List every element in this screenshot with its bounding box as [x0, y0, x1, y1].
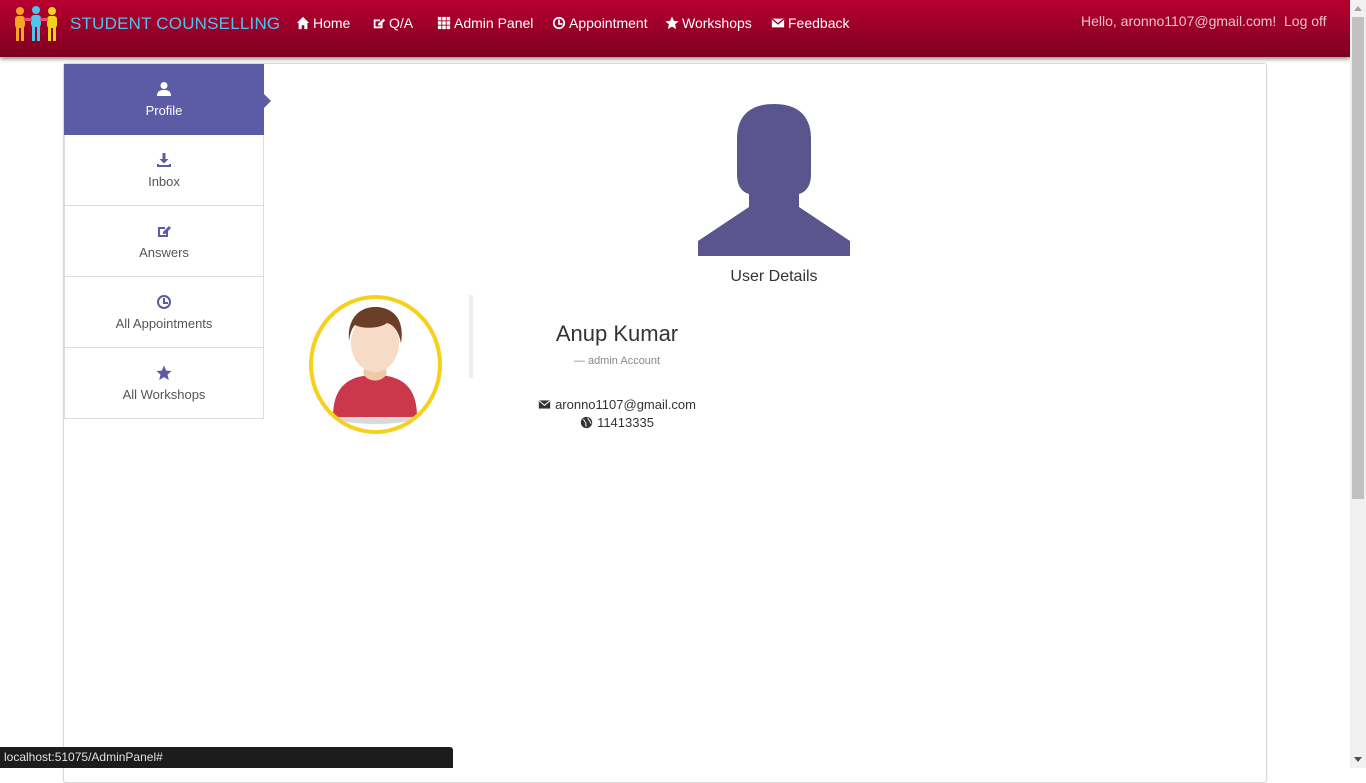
user-phone-row: 11413335 — [517, 415, 717, 430]
brand-title: STUDENT COUNSELLING — [70, 14, 281, 33]
logout-link[interactable]: Log off — [1284, 13, 1327, 29]
person-avatar-image — [333, 307, 417, 424]
user-icon — [157, 82, 171, 96]
browser-status-bar: localhost:51075/AdminPanel# — [0, 747, 453, 768]
sidebar-item-answers[interactable]: Answers — [64, 206, 264, 277]
sidebar-item-profile[interactable]: Profile — [64, 64, 271, 135]
edit-icon — [158, 225, 171, 237]
nav-admin-panel[interactable]: Admin Panel — [437, 13, 533, 33]
edit-icon — [373, 18, 386, 29]
home-icon — [296, 16, 310, 30]
envelope-icon — [538, 400, 551, 409]
sidebar-item-label: All Workshops — [122, 386, 206, 402]
user-role: — admin Account — [573, 355, 661, 367]
nav-workshops-label: Workshops — [682, 15, 752, 31]
sidebar-item-all-appointments[interactable]: All Appointments — [64, 277, 264, 348]
sidebar-item-inbox[interactable]: Inbox — [64, 135, 264, 206]
nav-feedback[interactable]: Feedback — [771, 13, 849, 33]
vertical-scrollbar[interactable] — [1350, 0, 1366, 768]
user-phone: 11413335 — [597, 415, 654, 430]
avatar — [309, 295, 442, 434]
nav-admin-panel-label: Admin Panel — [454, 15, 534, 31]
star-icon — [156, 365, 172, 380]
nav-workshops[interactable]: Workshops — [665, 13, 752, 33]
user-email-row: aronno1107@gmail.com — [517, 397, 717, 412]
envelope-icon — [771, 18, 785, 28]
scroll-down-arrow-icon[interactable] — [1350, 752, 1366, 768]
nav-qa[interactable]: Q/A — [372, 13, 413, 33]
nav-appointment[interactable]: Appointment — [552, 13, 648, 33]
people-logo-icon — [15, 6, 57, 41]
nav-home[interactable]: Home — [296, 13, 350, 33]
sidebar-item-label: All Appointments — [115, 315, 213, 331]
clock-icon — [552, 16, 566, 30]
sidebar-item-label: Inbox — [148, 173, 180, 189]
scrollbar-thumb[interactable] — [1352, 17, 1364, 499]
sidebar-item-all-workshops[interactable]: All Workshops — [64, 348, 264, 419]
vertical-divider — [469, 295, 473, 378]
nav-feedback-label: Feedback — [788, 15, 850, 31]
clock-icon — [157, 294, 171, 309]
sidebar-item-label: Answers — [139, 244, 189, 260]
globe-icon — [580, 416, 593, 429]
sidebar-item-label: Profile — [145, 103, 183, 118]
top-navbar: STUDENT COUNSELLING Home Q/A Admin Panel… — [0, 0, 1350, 57]
nav-appointment-label: Appointment — [569, 15, 648, 31]
user-email: aronno1107@gmail.com — [555, 397, 696, 412]
nav-home-label: Home — [313, 15, 351, 31]
admin-sidebar: Profile Inbox Answers All Appointments A… — [64, 64, 271, 419]
star-icon — [665, 16, 679, 30]
nav-qa-label: Q/A — [389, 15, 414, 31]
section-title: User Details — [730, 268, 818, 285]
brand[interactable]: STUDENT COUNSELLING — [12, 4, 280, 44]
scroll-up-arrow-icon[interactable] — [1350, 0, 1366, 16]
user-silhouette-icon — [698, 104, 850, 256]
user-name: Anup Kumar — [555, 321, 679, 346]
grid-icon — [437, 16, 451, 30]
download-icon — [157, 152, 171, 167]
user-greeting-link[interactable]: Hello, aronno1107@gmail.com! — [1081, 13, 1276, 29]
